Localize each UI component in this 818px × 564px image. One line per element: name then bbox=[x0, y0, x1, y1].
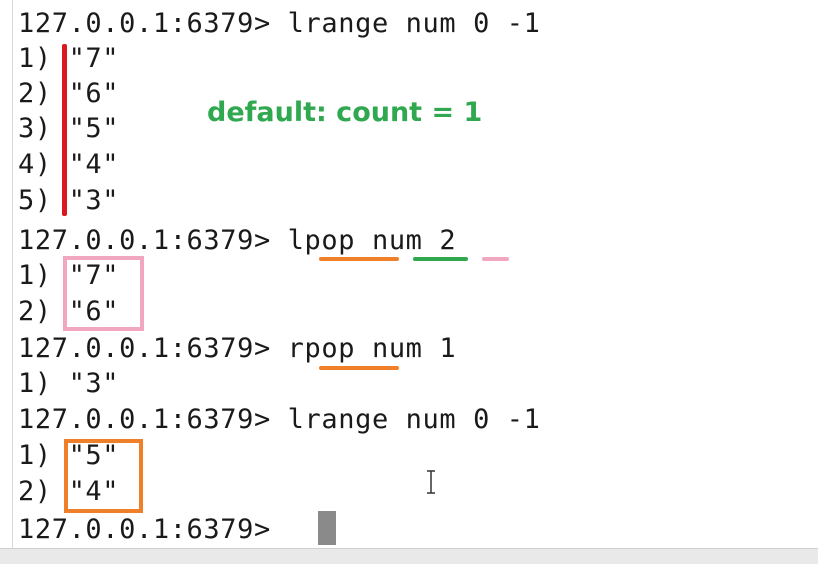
output-line: 2) "6" bbox=[18, 78, 120, 109]
prompt-line-current[interactable]: 127.0.0.1:6379> bbox=[18, 514, 288, 546]
output-line: 1) "3" bbox=[18, 368, 120, 399]
window-bottom-edge bbox=[0, 548, 818, 564]
rpop-underline bbox=[319, 366, 399, 370]
prompt-line-rpop: 127.0.0.1:6379> rpop num 1 bbox=[18, 333, 457, 364]
output-line: 5) "3" bbox=[18, 185, 120, 216]
num-underline bbox=[413, 257, 468, 261]
terminal-left-border bbox=[12, 0, 13, 548]
count-underline bbox=[482, 257, 509, 261]
block-cursor-icon bbox=[318, 511, 336, 545]
lrange-result-box bbox=[64, 439, 143, 513]
output-line: 4) "4" bbox=[18, 149, 120, 180]
lpop-result-box bbox=[63, 256, 144, 331]
prompt-line-lrange-2: 127.0.0.1:6379> lrange num 0 -1 bbox=[18, 404, 541, 435]
text-ibeam-icon bbox=[427, 470, 435, 494]
prompt-line-lrange-1: 127.0.0.1:6379> lrange num 0 -1 bbox=[18, 8, 541, 39]
red-bracket-annotation bbox=[62, 44, 67, 216]
output-line: 3) "5" bbox=[18, 113, 120, 144]
prompt-line-lpop: 127.0.0.1:6379> lpop num 2 bbox=[18, 225, 457, 256]
terminal-window[interactable]: 127.0.0.1:6379> lrange num 0 -1 1) "7" 2… bbox=[0, 0, 818, 564]
default-count-annotation: default: count = 1 bbox=[207, 97, 483, 128]
lpop-underline bbox=[319, 257, 399, 261]
output-line: 1) "7" bbox=[18, 43, 120, 74]
